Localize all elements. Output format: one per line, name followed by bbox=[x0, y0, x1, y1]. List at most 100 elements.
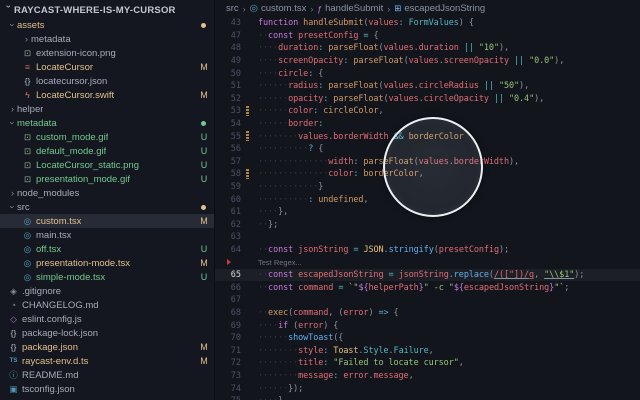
sidebar-item-presentation_mode.gif[interactable]: ⊡presentation_mode.gifU bbox=[0, 172, 214, 186]
code-line-47[interactable]: 47··const presetConfig = { bbox=[215, 30, 640, 43]
line-number[interactable]: 59 bbox=[215, 182, 241, 192]
line-number[interactable]: 69 bbox=[215, 321, 241, 331]
breadcrumb-item-custom.tsx[interactable]: ◎custom.tsx bbox=[250, 3, 307, 14]
code-line-70[interactable]: 70······showToast({ bbox=[215, 332, 640, 345]
breadcrumb-item-src[interactable]: src bbox=[226, 3, 239, 14]
sidebar-item-src[interactable]: ›src bbox=[0, 200, 214, 214]
code-line-52[interactable]: 52······opacity: parseFloat(values.circl… bbox=[215, 93, 640, 106]
code-line-55[interactable]: 55········values.borderWidth && borderCo… bbox=[215, 130, 640, 143]
code-line-49[interactable]: 49····screenOpacity: parseFloat(values.s… bbox=[215, 55, 640, 68]
code-line-73[interactable]: 73········message: error.message, bbox=[215, 370, 640, 383]
breadcrumb-item-escapedJsonString[interactable]: ⊞escapedJsonString bbox=[394, 3, 485, 14]
code-line-68[interactable]: 68··exec(command, (error) => { bbox=[215, 307, 640, 320]
code-line-61[interactable]: 61····}, bbox=[215, 206, 640, 219]
sidebar-item-eslint.config.js[interactable]: ◇eslint.config.js bbox=[0, 312, 214, 326]
sidebar-item-README.md[interactable]: ⓘREADME.md bbox=[0, 368, 214, 382]
sidebar-item-helper[interactable]: ›helper bbox=[0, 102, 214, 116]
code-line-59[interactable]: 59············} bbox=[215, 181, 640, 194]
line-number[interactable]: 64 bbox=[215, 245, 241, 255]
line-number[interactable]: 56 bbox=[215, 144, 241, 154]
sidebar-item-assets[interactable]: ›assets bbox=[0, 18, 214, 32]
line-number[interactable]: 48 bbox=[215, 43, 241, 53]
line-number[interactable]: 57 bbox=[215, 157, 241, 167]
code-line-62[interactable]: 62··}; bbox=[215, 219, 640, 232]
code-line-66[interactable]: 66··const command = `"${helperPath}" -c … bbox=[215, 281, 640, 294]
sidebar-item-node_modules[interactable]: ›node_modules bbox=[0, 186, 214, 200]
sidebar-item-metadata[interactable]: ›metadata bbox=[0, 32, 214, 46]
sidebar-item-off.tsx[interactable]: ◎off.tsxU bbox=[0, 242, 214, 256]
code-line-58[interactable]: 58··············color: borderColor, bbox=[215, 168, 640, 181]
code-line-43[interactable]: 43function handleSubmit(values: FormValu… bbox=[215, 17, 640, 30]
run-marker-icon[interactable] bbox=[227, 259, 231, 265]
line-number[interactable]: 67 bbox=[215, 295, 241, 305]
code-line-56[interactable]: 56··········? { bbox=[215, 143, 640, 156]
sidebar-item-.gitignore[interactable]: ◈.gitignore bbox=[0, 284, 214, 298]
breadcrumb-item-handleSubmit[interactable]: ƒhandleSubmit bbox=[317, 3, 383, 14]
code-line-69[interactable]: 69····if (error) { bbox=[215, 319, 640, 332]
code-line-71[interactable]: 71········style: Toast.Style.Failure, bbox=[215, 344, 640, 357]
sidebar-item-metadata[interactable]: ›metadata bbox=[0, 116, 214, 130]
sidebar-item-LocateCursor_static.png[interactable]: ⊡LocateCursor_static.pngU bbox=[0, 158, 214, 172]
file-label: default_mode.gif bbox=[36, 146, 106, 157]
code-line-64[interactable]: 64··const jsonString = JSON.stringify(pr… bbox=[215, 244, 640, 257]
line-number[interactable]: 75 bbox=[215, 396, 241, 400]
sidebar-item-presentation-mode.tsx[interactable]: ◎presentation-mode.tsxM bbox=[0, 256, 214, 270]
code-line-75[interactable]: 75····} bbox=[215, 395, 640, 400]
code-line-54[interactable]: 54······border: bbox=[215, 118, 640, 131]
line-number[interactable]: 63 bbox=[215, 232, 241, 242]
code-line-53[interactable]: 53······color: circleColor, bbox=[215, 105, 640, 118]
code-token: ), bbox=[499, 43, 509, 53]
line-number[interactable]: 50 bbox=[215, 69, 241, 79]
line-number[interactable]: 73 bbox=[215, 371, 241, 381]
code-line-51[interactable]: 51······radius: parseFloat(values.circle… bbox=[215, 80, 640, 93]
code-line-72[interactable]: 72········title: "Failed to locate curso… bbox=[215, 357, 640, 370]
line-number[interactable]: 43 bbox=[215, 18, 241, 28]
line-number[interactable]: 65 bbox=[215, 270, 241, 280]
code-line-67[interactable]: 67 bbox=[215, 294, 640, 307]
sidebar-item-custom.tsx[interactable]: ◎custom.tsxM bbox=[0, 214, 214, 228]
line-number[interactable]: 70 bbox=[215, 333, 241, 343]
sidebar-item-default_mode.gif[interactable]: ⊡default_mode.gifU bbox=[0, 144, 214, 158]
sidebar-item-LocateCursor.swift[interactable]: ϟLocateCursor.swiftM bbox=[0, 88, 214, 102]
line-number[interactable]: 68 bbox=[215, 308, 241, 318]
chevron-down-icon: › bbox=[8, 119, 18, 128]
line-number[interactable]: 66 bbox=[215, 283, 241, 293]
code-line-65[interactable]: 65··const escapedJsonString = jsonString… bbox=[215, 269, 640, 282]
line-number[interactable]: 74 bbox=[215, 384, 241, 394]
line-number[interactable]: 53 bbox=[215, 106, 241, 116]
line-number[interactable]: 52 bbox=[215, 94, 241, 104]
sidebar-item-raycast-env.d.ts[interactable]: TSraycast-env.d.tsM bbox=[0, 354, 214, 368]
sidebar-item-LocateCursor[interactable]: ≡LocateCursorM bbox=[0, 60, 214, 74]
codelens-test-regex[interactable]: Test Regex... bbox=[241, 258, 302, 267]
sidebar-item-custom_mode.gif[interactable]: ⊡custom_mode.gifU bbox=[0, 130, 214, 144]
sidebar-item-simple-mode.tsx[interactable]: ◎simple-mode.tsxU bbox=[0, 270, 214, 284]
code-line-50[interactable]: 50····circle: { bbox=[215, 67, 640, 80]
line-number[interactable]: 62 bbox=[215, 220, 241, 230]
sidebar-item-main.tsx[interactable]: ◎main.tsx bbox=[0, 228, 214, 242]
line-number[interactable]: 61 bbox=[215, 207, 241, 217]
code-line-63[interactable]: 63 bbox=[215, 231, 640, 244]
code-line-60[interactable]: 60··········: undefined, bbox=[215, 193, 640, 206]
line-number[interactable]: 72 bbox=[215, 358, 241, 368]
codelens-row[interactable]: Test Regex... bbox=[215, 256, 640, 269]
line-number[interactable]: 58 bbox=[215, 169, 241, 179]
code-token: values bbox=[368, 18, 398, 28]
line-number[interactable]: 71 bbox=[215, 346, 241, 356]
line-number[interactable]: 49 bbox=[215, 56, 241, 66]
line-number[interactable]: 47 bbox=[215, 31, 241, 41]
line-number[interactable]: 54 bbox=[215, 119, 241, 129]
explorer-root-folder[interactable]: › RAYCAST-WHERE-IS-MY-CURSOR bbox=[0, 2, 214, 18]
sidebar-item-tsconfig.json[interactable]: ▣tsconfig.json bbox=[0, 382, 214, 396]
line-number[interactable]: 60 bbox=[215, 195, 241, 205]
sidebar-item-extension-icon.png[interactable]: ⊡extension-icon.png bbox=[0, 46, 214, 60]
sidebar-item-package-lock.json[interactable]: {}package-lock.json bbox=[0, 326, 214, 340]
line-number[interactable]: 55 bbox=[215, 132, 241, 142]
file-label: helper bbox=[17, 104, 43, 115]
code-line-57[interactable]: 57··············width: parseFloat(values… bbox=[215, 156, 640, 169]
sidebar-item-locatecursor.json[interactable]: {}locatecursor.json bbox=[0, 74, 214, 88]
sidebar-item-package.json[interactable]: {}package.jsonM bbox=[0, 340, 214, 354]
code-line-74[interactable]: 74······}); bbox=[215, 382, 640, 395]
sidebar-item-CHANGELOG.md[interactable]: ◔CHANGELOG.md bbox=[0, 298, 214, 312]
line-number[interactable]: 51 bbox=[215, 81, 241, 91]
code-line-48[interactable]: 48····duration: parseFloat(values.durati… bbox=[215, 42, 640, 55]
